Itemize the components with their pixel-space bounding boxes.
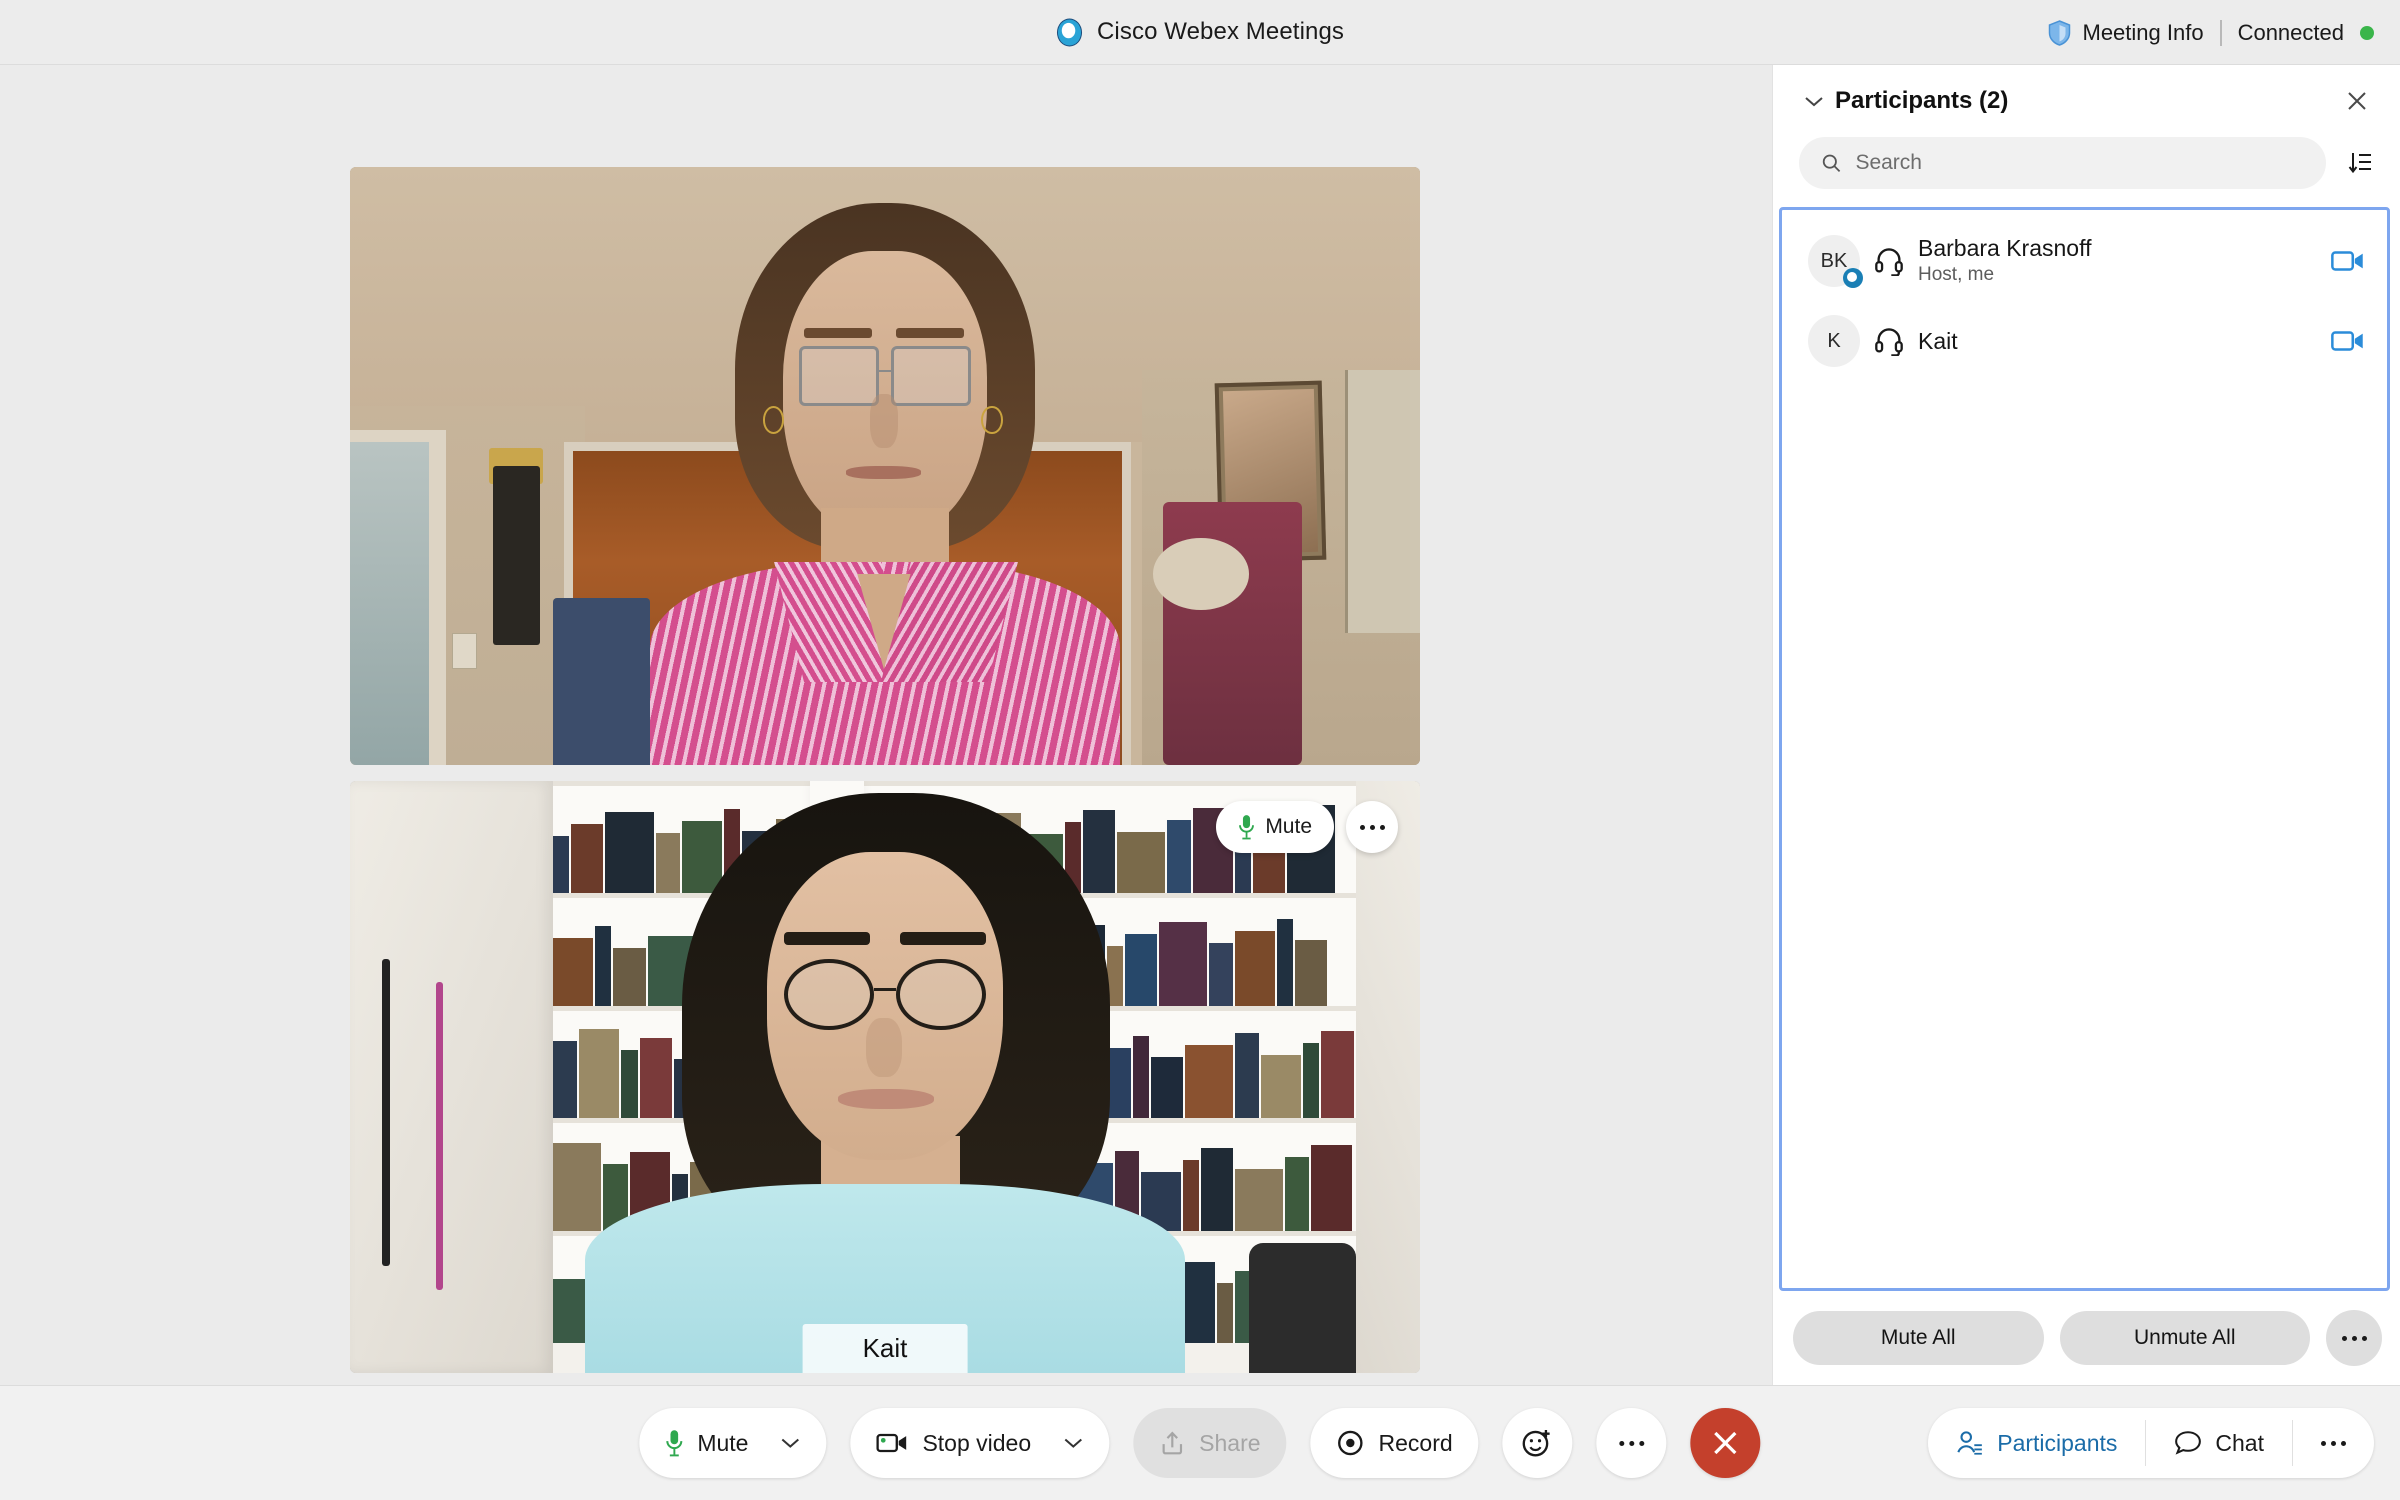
mute-all-button[interactable]: Mute All [1793,1311,2044,1365]
toolbar-right-group: Participants Chat [1928,1408,2374,1478]
participants-toggle-button[interactable]: Participants [1928,1408,2145,1478]
toolbar-right-more-button[interactable] [2293,1408,2374,1478]
participant-name: Barbara Krasnoff [1918,235,2092,262]
participant-info: Kait [1918,327,1958,356]
video-stage: Mute Kait [0,65,1772,1385]
record-button-label: Record [1378,1429,1453,1456]
sort-icon[interactable] [2342,145,2378,181]
connection-status-label: Connected [2237,19,2344,45]
meeting-info-button[interactable]: Meeting Info [2047,20,2204,46]
video-camera-icon[interactable] [2331,324,2365,358]
more-options-icon [2321,1440,2346,1446]
stop-video-button-label: Stop video [922,1429,1032,1456]
table-row[interactable]: BK Barbara Krasnoff Host, me [1782,218,2387,304]
video-camera-icon[interactable] [2331,244,2365,278]
headset-icon [1875,248,1903,276]
record-button[interactable]: Record [1310,1408,1479,1478]
app-title: Cisco Webex Meetings [1097,18,1344,45]
participants-panel-header: Participants (2) [1773,65,2400,137]
chat-toggle-button[interactable]: Chat [2146,1408,2292,1478]
panel-toggle-group: Participants Chat [1928,1408,2374,1478]
video-tile-barbara[interactable] [350,167,1420,765]
toolbar-more-options-button[interactable] [1596,1408,1667,1478]
table-row[interactable]: K Kait [1782,304,2387,378]
mute-button-label: Mute [697,1429,749,1456]
tile-more-options-button[interactable] [1346,801,1398,853]
participants-toggle-label: Participants [1997,1429,2118,1456]
participants-more-options-button[interactable] [2326,1310,2382,1366]
meeting-info-label: Meeting Info [2082,19,2204,45]
chevron-down-icon[interactable] [1063,1437,1083,1449]
webex-logo-icon [1056,18,1083,46]
app-title-group: Cisco Webex Meetings [1056,18,1344,47]
participants-person-icon [1957,1431,1983,1455]
avatar: K [1808,315,1860,367]
unmute-all-button[interactable]: Unmute All [2059,1311,2310,1365]
avatar-initials: K [1808,315,1860,367]
participants-panel-title: Participants (2) [1835,87,2009,114]
webex-status-badge-icon [1843,268,1863,288]
video-camera-icon [876,1433,907,1453]
more-options-icon [1359,824,1385,830]
participants-panel-footer: Mute All Unmute All [1773,1291,2400,1385]
tile1-video-frame [350,167,1420,765]
close-icon [1714,1431,1737,1455]
close-icon[interactable] [2340,84,2374,118]
webex-meeting-window: Cisco Webex Meetings Meeting Info Connec… [0,0,2400,1500]
share-upload-icon [1162,1431,1182,1455]
tile-mute-button[interactable]: Mute [1216,801,1334,853]
participant-info: Barbara Krasnoff Host, me [1918,234,2091,287]
tile-name-label: Kait [802,1324,968,1373]
search-input[interactable] [1855,151,2304,175]
mute-button[interactable]: Mute [639,1408,827,1478]
reaction-button[interactable] [1502,1408,1573,1478]
microphone-icon [666,1430,683,1457]
chevron-down-icon[interactable] [780,1437,800,1449]
participants-list[interactable]: BK Barbara Krasnoff Host, me K Kait [1779,207,2390,1291]
toolbar-center-group: Mute Stop video Share Record [639,1408,1761,1478]
chevron-down-icon[interactable] [1799,86,1829,116]
microphone-icon [1239,815,1255,840]
participant-name: Kait [1918,327,1958,354]
shield-icon [2048,19,2070,46]
participants-panel: Participants (2) Search BK Barbara Krasn… [1772,65,2400,1385]
more-options-icon [2341,1335,2367,1341]
chat-bubble-icon [2175,1431,2202,1455]
header-divider [2219,19,2222,46]
video-tile-kait[interactable]: Mute Kait [350,781,1420,1373]
chat-toggle-label: Chat [2215,1429,2264,1456]
tile-mute-label: Mute [1265,815,1312,838]
reaction-smiley-icon [1522,1429,1550,1457]
tile2-video-frame [350,781,1420,1373]
more-options-icon [1619,1440,1645,1446]
leave-meeting-button[interactable] [1690,1408,1761,1478]
avatar: BK [1808,235,1863,288]
header-right-group: Meeting Info Connected [2047,0,2374,65]
share-button-label: Share [1199,1429,1261,1456]
headset-icon [1875,328,1903,356]
share-button: Share [1133,1408,1287,1478]
participants-search-row [1773,137,2400,207]
meeting-toolbar: Mute Stop video Share Record Participant… [0,1385,2400,1500]
search-icon [1822,154,1841,172]
stop-video-button[interactable]: Stop video [850,1408,1110,1478]
tile-overlay-controls: Mute [1216,801,1398,853]
search-field[interactable] [1799,137,2326,189]
app-header: Cisco Webex Meetings Meeting Info Connec… [0,0,2400,65]
participant-role: Host, me [1918,264,1995,286]
connection-status-dot [2360,25,2374,40]
record-circle-icon [1338,1430,1363,1456]
